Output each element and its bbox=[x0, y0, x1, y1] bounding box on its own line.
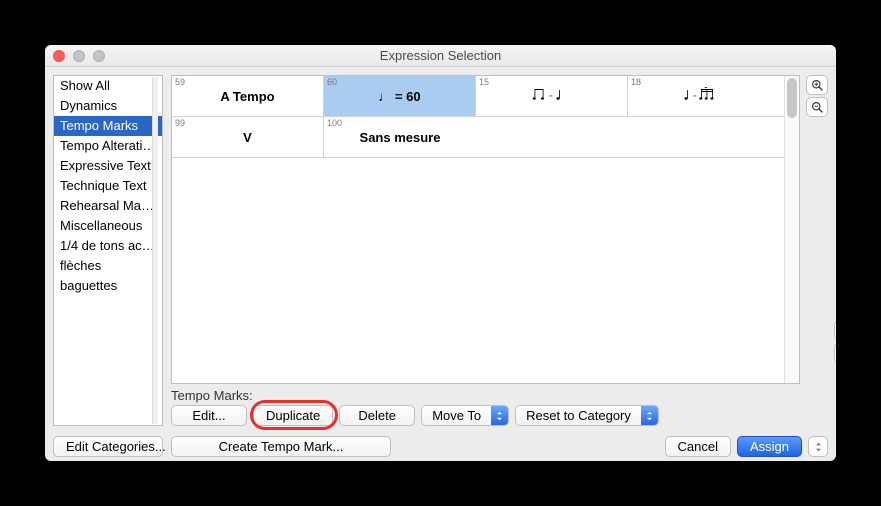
window-title: Expression Selection bbox=[45, 48, 836, 63]
cell-number: 18 bbox=[631, 77, 641, 87]
cell-content: ♩ = 60 bbox=[378, 89, 420, 104]
svg-text:6: 6 bbox=[704, 87, 708, 90]
move-to-select[interactable]: Move To bbox=[421, 405, 509, 426]
assign-options-button[interactable] bbox=[808, 436, 828, 457]
sidebar-item[interactable]: Technique Text bbox=[54, 176, 162, 196]
cell-content: A Tempo bbox=[220, 89, 274, 104]
cell-content: = bbox=[532, 87, 572, 106]
svg-text:=: = bbox=[693, 93, 697, 100]
cell-content: V bbox=[243, 130, 252, 145]
sidebar-item[interactable]: Expressive Text bbox=[54, 156, 162, 176]
sidebar-item[interactable]: flèches bbox=[54, 256, 162, 276]
sidebar-item[interactable]: 1/4 de tons acci... bbox=[54, 236, 162, 256]
edit-categories-button[interactable]: Edit Categories... bbox=[53, 436, 163, 457]
cell-number: 59 bbox=[175, 77, 185, 87]
sidebar-item[interactable]: Dynamics bbox=[54, 96, 162, 116]
sidebar: Show AllDynamicsTempo MarksTempo Alterat… bbox=[53, 75, 163, 457]
cell-number: 15 bbox=[479, 77, 489, 87]
expression-cell[interactable]: 15 = bbox=[476, 76, 628, 116]
expression-selection-window: Expression Selection Show AllDynamicsTem… bbox=[45, 45, 836, 461]
svg-text:=: = bbox=[549, 93, 553, 100]
sidebar-item[interactable]: Tempo Marks bbox=[54, 116, 162, 136]
traffic-lights bbox=[53, 50, 105, 62]
create-tempo-mark-button[interactable]: Create Tempo Mark... bbox=[171, 436, 391, 457]
cell-number: 99 bbox=[175, 118, 185, 128]
cell-content: Sans mesure bbox=[360, 130, 441, 145]
zoom-icon[interactable] bbox=[93, 50, 105, 62]
close-icon[interactable] bbox=[53, 50, 65, 62]
reset-label: Reset to Category bbox=[516, 406, 641, 425]
grid-row: 59A Tempo60♩ = 6015=18=6 bbox=[172, 76, 799, 117]
nav-arrows bbox=[834, 320, 836, 363]
move-to-label: Move To bbox=[422, 406, 491, 425]
sidebar-item[interactable]: Tempo Alteratio... bbox=[54, 136, 162, 156]
expression-grid[interactable]: 59A Tempo60♩ = 6015=18=699V100Sans mesur… bbox=[171, 75, 800, 384]
zoom-tools bbox=[806, 75, 828, 384]
sidebar-item[interactable]: Show All bbox=[54, 76, 162, 96]
scrollbar-thumb[interactable] bbox=[787, 78, 797, 118]
expression-cell[interactable]: 100 Sans mesure bbox=[324, 117, 476, 157]
duplicate-button[interactable]: Duplicate bbox=[253, 405, 333, 426]
assign-button[interactable]: Assign bbox=[737, 436, 802, 457]
nav-up-button[interactable] bbox=[834, 320, 836, 340]
cell-number: 100 bbox=[327, 118, 342, 128]
dialog-buttons: Cancel Assign bbox=[665, 436, 829, 457]
expression-cell[interactable]: 60 ♩ = 60 bbox=[324, 76, 476, 116]
expression-cell[interactable]: 18=6 bbox=[628, 76, 780, 116]
chevron-updown-icon bbox=[491, 406, 508, 425]
sidebar-item[interactable]: baguettes bbox=[54, 276, 162, 296]
grid-scrollbar[interactable] bbox=[784, 76, 799, 383]
reset-to-category-select[interactable]: Reset to Category bbox=[515, 405, 659, 426]
expression-cell[interactable]: 99 V bbox=[172, 117, 324, 157]
action-buttons-row: Edit... Duplicate Delete Move To Reset t… bbox=[171, 405, 828, 426]
sidebar-item[interactable]: Miscellaneous bbox=[54, 216, 162, 236]
footer-row: Create Tempo Mark... Cancel Assign bbox=[171, 436, 828, 457]
edit-button[interactable]: Edit... bbox=[171, 405, 247, 426]
grid-row: 99 V 100 Sans mesure bbox=[172, 117, 799, 158]
cell-number: 60 bbox=[327, 77, 337, 87]
grid-wrap: 59A Tempo60♩ = 6015=18=699V100Sans mesur… bbox=[171, 75, 828, 384]
sidebar-item[interactable]: Rehearsal Marks bbox=[54, 196, 162, 216]
nav-down-button[interactable] bbox=[834, 343, 836, 363]
zoom-in-button[interactable] bbox=[806, 75, 828, 95]
expression-cell[interactable]: 59 A Tempo bbox=[172, 76, 324, 116]
actions-label: Tempo Marks: bbox=[171, 388, 828, 403]
cell-content: =6 bbox=[682, 87, 726, 106]
minimize-icon[interactable] bbox=[73, 50, 85, 62]
cancel-button[interactable]: Cancel bbox=[665, 436, 731, 457]
titlebar: Expression Selection bbox=[45, 45, 836, 67]
window-body: Show AllDynamicsTempo MarksTempo Alterat… bbox=[45, 67, 836, 461]
chevron-updown-icon bbox=[641, 406, 658, 425]
category-list[interactable]: Show AllDynamicsTempo MarksTempo Alterat… bbox=[53, 75, 163, 426]
zoom-out-button[interactable] bbox=[806, 97, 828, 117]
main-panel: 59A Tempo60♩ = 6015=18=699V100Sans mesur… bbox=[171, 75, 828, 457]
delete-button[interactable]: Delete bbox=[339, 405, 415, 426]
